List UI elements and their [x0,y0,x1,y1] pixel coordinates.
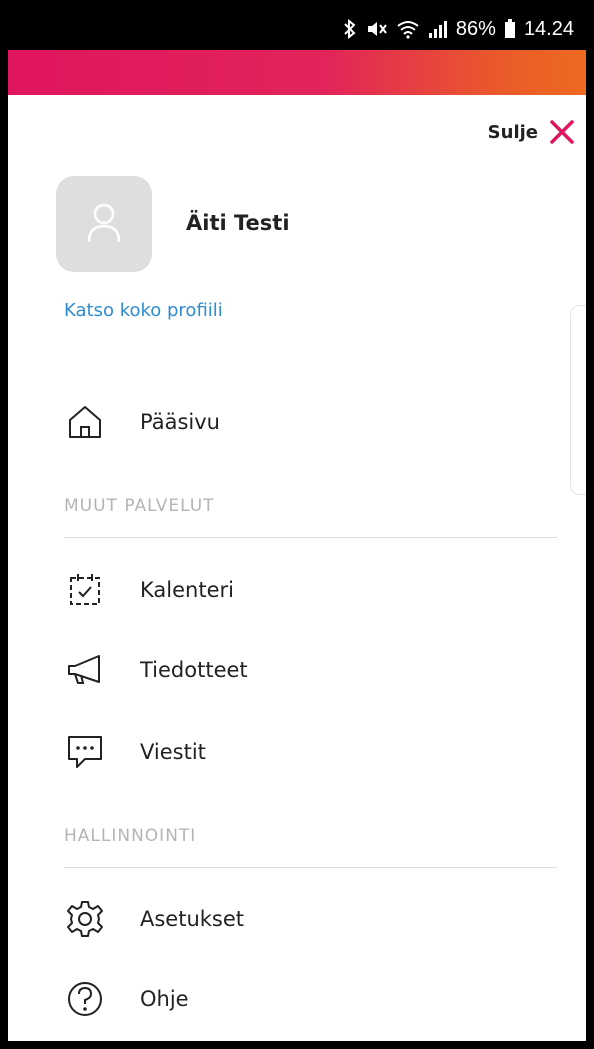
megaphone-icon [64,649,106,691]
wifi-icon [396,19,420,39]
menu-item-help[interactable]: Ohje [64,977,189,1021]
mute-icon [366,19,388,39]
view-profile-link[interactable]: Katso koko profiili [64,300,223,321]
battery-icon [504,19,516,39]
menu-label-messages: Viestit [140,740,206,764]
menu-label-home: Pääsivu [140,410,220,434]
menu-label-announcements: Tiedotteet [140,658,248,682]
status-bar: 86% 14.24 [8,8,586,50]
menu-label-settings: Asetukset [140,907,245,931]
menu-item-calendar[interactable]: Kalenteri [64,568,234,612]
gear-icon [64,898,106,940]
profile-name: Äiti Testi [186,211,290,235]
user-icon [84,200,124,248]
section-title-other-services: MUUT PALVELUT [64,496,215,516]
close-button[interactable]: Sulje [488,118,576,146]
brand-bar [8,50,586,95]
avatar[interactable] [56,176,152,272]
menu-item-home[interactable]: Pääsivu [64,400,220,444]
divider [64,867,557,868]
home-icon [64,401,106,443]
menu-label-calendar: Kalenteri [140,578,234,602]
battery-percent: 86% [455,17,496,40]
menu-item-settings[interactable]: Asetukset [64,897,244,941]
divider [64,537,557,538]
menu-label-help: Ohje [140,987,189,1011]
message-icon [64,731,106,773]
menu-item-announcements[interactable]: Tiedotteet [64,648,248,692]
section-title-administration: HALLINNOINTI [64,826,197,846]
clock: 14.24 [523,17,574,40]
background-panel-edge [570,305,586,495]
close-label: Sulje [487,121,538,143]
signal-icon [428,19,448,39]
menu-item-messages[interactable]: Viestit [64,730,206,774]
calendar-icon [64,569,106,611]
app-frame: 86% 14.24 Sulje Äiti Testi Katso koko pr… [8,8,586,1041]
close-icon[interactable] [548,118,576,146]
help-icon [64,978,106,1020]
bluetooth-icon [342,19,358,39]
